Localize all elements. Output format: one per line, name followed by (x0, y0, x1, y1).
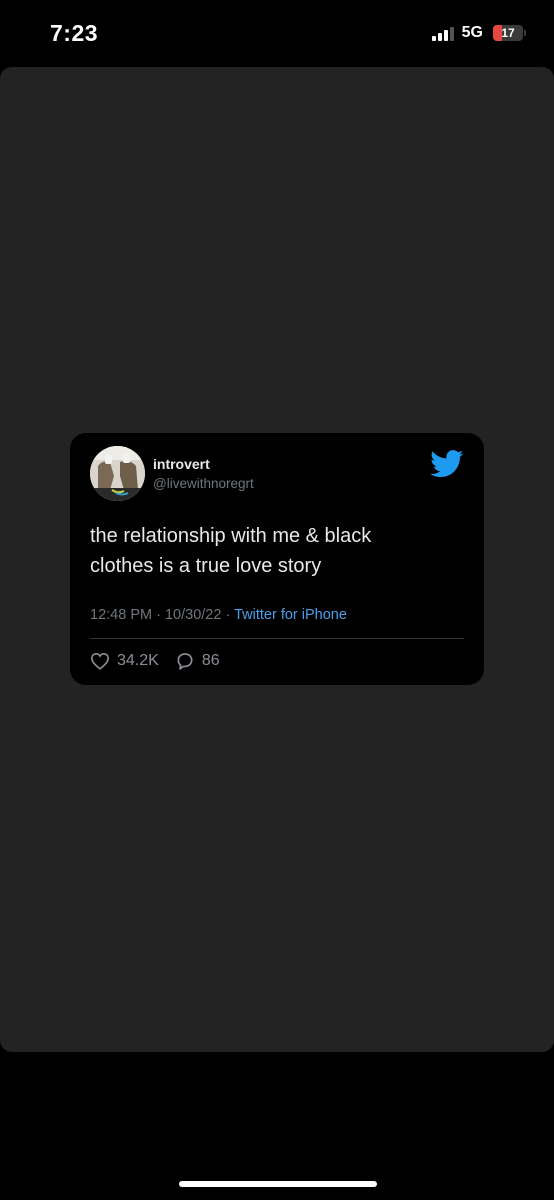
battery-icon: 17 (493, 25, 523, 41)
status-time: 7:23 (50, 20, 99, 46)
heart-icon (90, 652, 110, 670)
reply-count: 86 (201, 652, 220, 669)
home-indicator[interactable] (179, 1181, 377, 1187)
status-indicators: 5G 17 (431, 24, 526, 42)
like-count: 34.2K (117, 652, 159, 669)
battery-cap (524, 30, 526, 36)
tweet-date: 10/30/22 (164, 607, 222, 623)
display-name[interactable]: introvert (153, 456, 210, 472)
tweet-card[interactable]: introvert @livewithnoregrt the relations… (70, 433, 484, 685)
avatar-image (90, 446, 145, 501)
avatar[interactable] (90, 446, 145, 501)
tweet-meta: 12:48 PM · 10/30/22 · Twitter for iPhone (90, 607, 347, 623)
tweet-source-link[interactable]: Twitter for iPhone (234, 607, 347, 623)
status-bar: 7:23 5G 17 (0, 0, 554, 66)
tweet-text: the relationship with me & black clothes… (90, 525, 372, 577)
divider (90, 638, 464, 639)
network-type: 5G (461, 24, 483, 41)
phone-screen: 7:23 5G 17 introvert @livewithnoregrt th… (0, 0, 554, 1200)
battery-level: 17 (501, 26, 515, 40)
meta-separator: · (225, 607, 231, 623)
reply-button[interactable]: 86 (175, 651, 220, 671)
tweet-stats: 34.2K 86 (90, 651, 236, 671)
speech-bubble-icon (175, 651, 195, 671)
meta-separator: · (156, 607, 161, 623)
tweet-time: 12:48 PM (90, 607, 153, 623)
twitter-bird-icon (430, 450, 464, 478)
user-handle[interactable]: @livewithnoregrt (153, 476, 254, 491)
like-button[interactable]: 34.2K (90, 652, 159, 670)
cellular-signal-icon (431, 25, 454, 41)
